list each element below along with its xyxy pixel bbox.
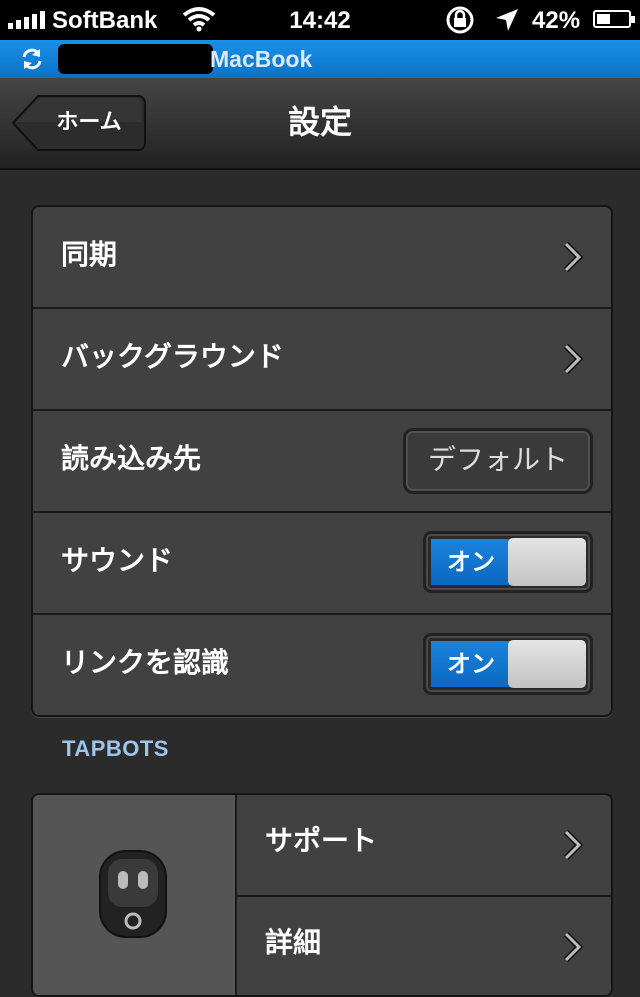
page-title: 設定 [287,103,352,141]
toggle-knob[interactable] [508,640,586,688]
device-name: MacBook [210,46,313,72]
toggle-knob[interactable] [508,538,586,586]
settings-row-label: バックグラウンド [61,340,284,373]
sound-toggle[interactable]: オン [423,531,593,593]
section-header-tapbots: TAPBOTS [62,736,169,761]
settings-row-label: 同期 [61,238,118,271]
toggle-on-label: オン [431,539,511,585]
settings-row-label: 読み込み先 [61,442,202,475]
toggle-on-label: オン [431,641,511,687]
tapbots-row-support[interactable]: サポート [237,795,611,897]
redacted-name [58,44,213,74]
chevron-right-icon [563,931,583,963]
tapbots-group: サポート 詳細 [31,793,613,997]
tapbots-logo-cell [33,795,237,995]
battery-icon [593,10,635,28]
rotation-lock-icon [446,6,474,34]
location-icon [496,9,518,31]
link-detection-toggle[interactable]: オン [423,633,593,695]
tapbots-robot-icon [99,850,167,938]
settings-row-background[interactable]: バックグラウンド [33,309,611,411]
status-bar: SoftBank 14:42 42% [0,0,640,40]
settings-group: 同期 バックグラウンド 読み込み先 デフォルト サウンド オン リンクを認識 オ… [31,205,613,717]
settings-row-sound: サウンド オン [33,513,611,615]
tapbots-row-label: サポート [265,824,378,857]
battery-percent: 42% [532,7,581,34]
sync-icon [22,48,42,70]
settings-row-label: リンクを認識 [61,646,230,679]
settings-row-sync[interactable]: 同期 [33,207,611,309]
settings-row-link-detection: リンクを認識 オン [33,615,611,715]
chevron-right-icon [563,343,583,375]
navigation-bar: ホーム 設定 [0,78,640,170]
chevron-right-icon [563,829,583,861]
settings-row-load-destination[interactable]: 読み込み先 デフォルト [33,411,611,513]
tapbots-row-details[interactable]: 詳細 [237,897,611,995]
settings-row-label: サウンド [61,544,174,577]
tapbots-row-label: 詳細 [265,926,322,959]
sync-bar[interactable]: MacBook [0,40,640,78]
load-destination-value-button[interactable]: デフォルト [403,428,593,494]
chevron-right-icon [563,241,583,273]
